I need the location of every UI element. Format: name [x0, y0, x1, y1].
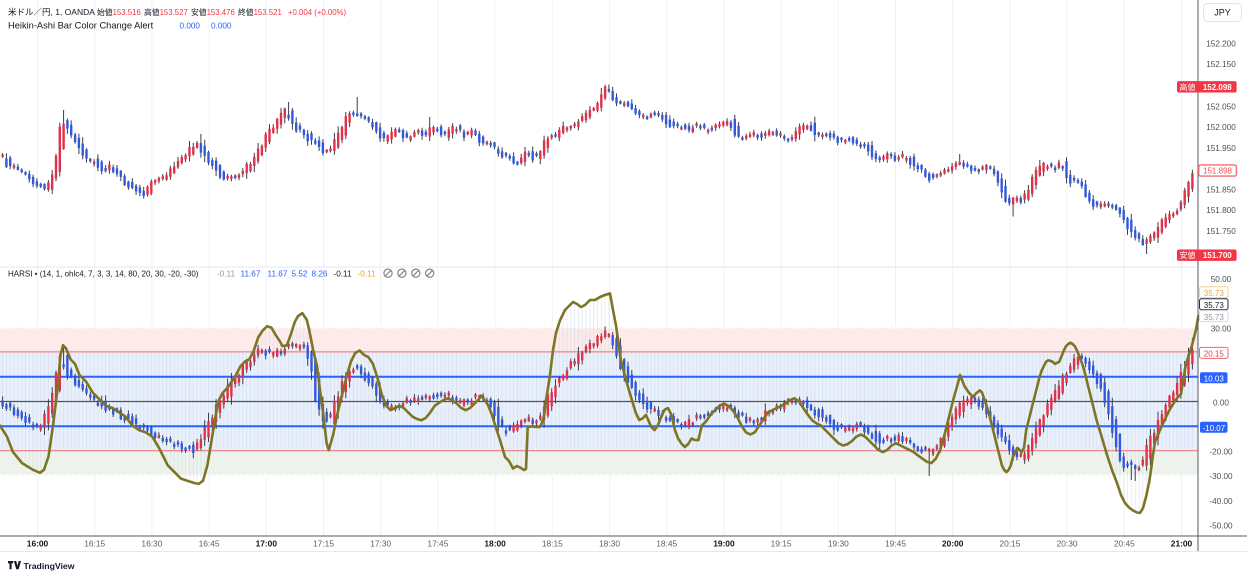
svg-text:20:00: 20:00: [942, 539, 964, 549]
svg-text:安値: 安値: [1180, 250, 1196, 260]
svg-text:10.03: 10.03: [1204, 375, 1225, 384]
svg-text:18:30: 18:30: [599, 539, 620, 549]
svg-text:-50.00: -50.00: [1209, 522, 1233, 531]
svg-text:20:30: 20:30: [1057, 539, 1078, 549]
svg-text:152.200: 152.200: [1206, 39, 1236, 48]
svg-text:-20.00: -20.00: [1209, 448, 1233, 457]
svg-text:17:15: 17:15: [313, 539, 334, 549]
svg-text:16:00: 16:00: [27, 539, 49, 549]
svg-text:17:30: 17:30: [370, 539, 391, 549]
svg-text:-40.00: -40.00: [1209, 497, 1233, 506]
svg-text:18:45: 18:45: [656, 539, 677, 549]
svg-text:16:45: 16:45: [199, 539, 220, 549]
svg-text:20.15: 20.15: [1204, 350, 1225, 359]
svg-text:19:45: 19:45: [885, 539, 906, 549]
svg-text:21:00: 21:00: [1171, 539, 1193, 549]
svg-text:151.898: 151.898: [1203, 166, 1232, 175]
svg-text:151.750: 151.750: [1206, 227, 1236, 236]
svg-text:17:45: 17:45: [427, 539, 448, 549]
svg-text:19:15: 19:15: [771, 539, 792, 549]
svg-text:151.850: 151.850: [1206, 186, 1236, 195]
svg-text:20:15: 20:15: [999, 539, 1020, 549]
svg-text:18:00: 18:00: [484, 539, 506, 549]
svg-text:16:30: 16:30: [141, 539, 162, 549]
svg-text:始値153.516高値153.527安値153.476終値1: 始値153.516高値153.527安値153.476終値153.521+0.0…: [97, 7, 346, 17]
svg-text:151.700: 151.700: [1203, 251, 1232, 260]
svg-text:米ドル／円, 1, OANDA: 米ドル／円, 1, OANDA: [8, 7, 95, 17]
svg-text:20:45: 20:45: [1114, 539, 1135, 549]
svg-text:0.00: 0.00: [1213, 398, 1229, 407]
svg-text:16:15: 16:15: [84, 539, 105, 549]
svg-text:35.73: 35.73: [1204, 301, 1225, 310]
svg-text:18:15: 18:15: [542, 539, 563, 549]
svg-text:TradingView: TradingView: [24, 561, 75, 571]
svg-text:152.000: 152.000: [1206, 123, 1236, 132]
svg-text:35.73: 35.73: [1204, 289, 1225, 298]
svg-text:19:00: 19:00: [713, 539, 735, 549]
svg-text:-30.00: -30.00: [1209, 472, 1233, 481]
svg-text:152.150: 152.150: [1206, 60, 1236, 69]
svg-text:35.73: 35.73: [1204, 313, 1225, 322]
svg-text:-10.07: -10.07: [1202, 424, 1225, 433]
svg-text:151.800: 151.800: [1206, 206, 1236, 215]
svg-text:Heikin-Ashi Bar Color Change A: Heikin-Ashi Bar Color Change Alert0.0000…: [8, 21, 232, 31]
svg-text:50.00: 50.00: [1211, 275, 1232, 284]
svg-text:JPY: JPY: [1214, 8, 1231, 18]
svg-text:高値: 高値: [1180, 82, 1196, 92]
svg-text:151.950: 151.950: [1206, 144, 1236, 153]
svg-text:30.00: 30.00: [1211, 324, 1232, 333]
svg-text:17:00: 17:00: [256, 539, 278, 549]
svg-text:152.050: 152.050: [1206, 102, 1236, 111]
svg-text:19:30: 19:30: [828, 539, 849, 549]
svg-text:HARSI • (14, 1, ohlc4, 7, 3, 3: HARSI • (14, 1, ohlc4, 7, 3, 3, 14, 80, …: [8, 270, 376, 279]
svg-text:152.098: 152.098: [1203, 83, 1232, 92]
